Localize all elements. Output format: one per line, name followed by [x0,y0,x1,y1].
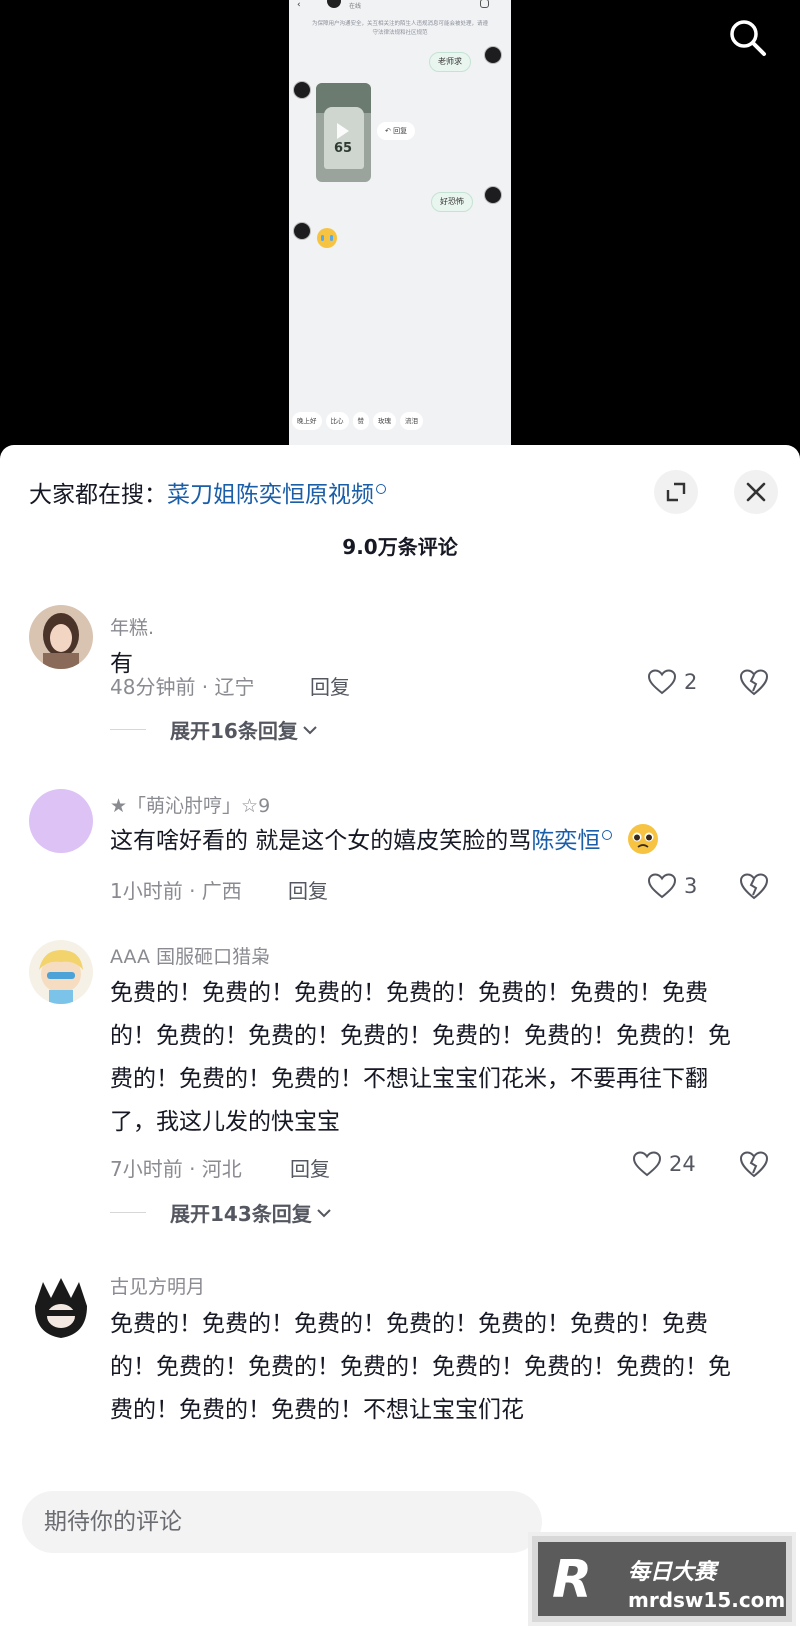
comment-text: 免费的！免费的！免费的！免费的！免费的！免费的！免费的！免费的！免费的！免费的！… [110,980,731,1135]
chat-notice: 为保障用户沟通安全，关互相关注的陌生人违规消息可能会被处理，请遵守法律法规和社区… [311,21,488,36]
like-button[interactable]: 3 [648,871,697,901]
expand-replies-button[interactable]: 展开143条回复 [110,1198,332,1227]
like-count: 24 [669,1152,696,1176]
comment-search-link[interactable]: 陈奕恒 [531,828,600,854]
chat-status: 在线 [349,3,362,10]
heart-icon [648,873,676,899]
watermark-logo: R 每日大赛 mrdsw15.com [528,1532,796,1626]
chevron-down-icon [317,1208,331,1217]
avatar-image [29,940,93,1004]
like-button[interactable]: 24 [633,1149,696,1179]
like-count: 2 [684,670,698,694]
small-search-icon [376,484,386,494]
expand-replies-label: 展开143条回复 [170,1202,312,1226]
expand-icon [666,482,686,502]
avatar[interactable] [29,789,93,853]
comment-meta: 48分钟前 · 辽宁 [110,675,255,699]
search-hint-keyword[interactable]: 菜刀姐陈奕恒原视频 [167,482,374,508]
quick-reply-chip: 晚上好 [292,412,322,430]
quick-reply-chip: 流泪 [400,412,423,430]
comment-count: 9.0万条评论 [342,535,458,559]
video-player[interactable]: ‹ 在线 为保障用户沟通安全，关互相关注的陌生人违规消息可能会被处理，请遵守法律… [0,0,800,448]
avatar-image [29,605,93,669]
chat-avatar-other-2 [293,222,311,240]
avatar[interactable] [29,940,93,1004]
heart-icon [648,669,676,695]
comment-username[interactable]: 年糕. [110,613,154,640]
close-icon [746,482,766,502]
chat-back-icon: ‹ [297,0,301,10]
chat-video-thumbnail: 65 [316,83,371,182]
comment-text: 这有啥好看的 就是这个女的嬉皮笑脸的骂陈奕恒 [110,820,750,863]
chat-quick-reply-bar: 晚上好 比心赞玫瑰 流泪 [289,412,511,432]
chat-reply-tag: ↶ 回复 [377,122,416,140]
dislike-broken-heart-icon[interactable] [739,871,769,901]
trending-search-hint[interactable]: 大家都在搜：菜刀姐陈奕恒原视频 [29,475,386,509]
reply-button[interactable]: 回复 [288,875,328,904]
watermark-line2: mrdsw15.com [628,1588,786,1612]
quick-reply-chip: 赞 [352,412,369,430]
like-count: 3 [684,874,698,898]
small-search-icon [602,830,613,840]
heart-icon [633,1151,661,1177]
chat-avatar-self [484,46,502,64]
comment-input[interactable]: 期待你的评论 [22,1491,542,1553]
comment-meta: 7小时前 · 河北 [110,1157,242,1181]
chat-bubble-2: 好恐怖 [431,192,473,212]
comment-meta: 1小时前 · 广西 [110,879,242,903]
video-frame-chat-screenshot: ‹ 在线 为保障用户沟通安全，关互相关注的陌生人违规消息可能会被处理，请遵守法律… [289,0,511,448]
quick-reply-chip: 比心 [325,412,349,430]
thumbnail-number: 65 [334,141,353,156]
search-hint-prefix: 大家都在搜： [29,482,167,508]
chat-avatar-other [293,81,311,99]
reply-button[interactable]: 回复 [290,1153,330,1182]
comment-panel: 大家都在搜：菜刀姐陈奕恒原视频 9.0万条评论 年糕. 有 48分钟前 · 辽宁… [0,445,800,1628]
reply-button[interactable]: 回复 [310,671,350,700]
comment-text-body: 这有啥好看的 就是这个女的嬉皮笑脸的骂 [110,828,532,854]
comment-username[interactable]: 古见方明月 [110,1272,205,1299]
expand-replies-button[interactable]: 展开16条回复 [110,715,318,744]
search-icon[interactable] [726,16,770,60]
chat-header: ‹ 在线 [289,0,511,16]
quick-reply-chip: 玫瑰 [373,412,396,430]
play-icon [337,123,349,139]
expand-panel-button[interactable] [654,470,698,514]
like-button[interactable]: 2 [648,667,697,697]
dislike-broken-heart-icon[interactable] [739,667,769,697]
avatar-image [29,1276,93,1340]
comment-text: 免费的！免费的！免费的！免费的！免费的！免费的！免费的！免费的！免费的！免费的！… [110,1311,731,1423]
watermark-letter: R [552,1550,593,1610]
chat-bubble-1: 老师求 [429,52,471,72]
comment-username[interactable]: ★「萌沁肘哼」☆9 [110,791,270,818]
crying-emoji-icon [317,228,337,248]
avatar[interactable] [29,605,93,669]
avatar[interactable] [29,1276,93,1340]
chat-avatar [327,0,341,8]
watermark-line1: 每日大赛 [628,1560,717,1585]
chevron-down-icon [303,725,317,734]
expand-replies-label: 展开16条回复 [170,719,298,743]
dislike-broken-heart-icon[interactable] [739,1149,769,1179]
pleading-face-emoji-icon [627,824,658,854]
chat-avatar-self-2 [484,186,502,204]
comment-username[interactable]: AAA 国服砸口猎枭 [110,942,270,969]
chat-phone-icon [480,0,489,8]
chat-reply-label: 回复 [393,127,408,135]
close-button[interactable] [734,470,778,514]
